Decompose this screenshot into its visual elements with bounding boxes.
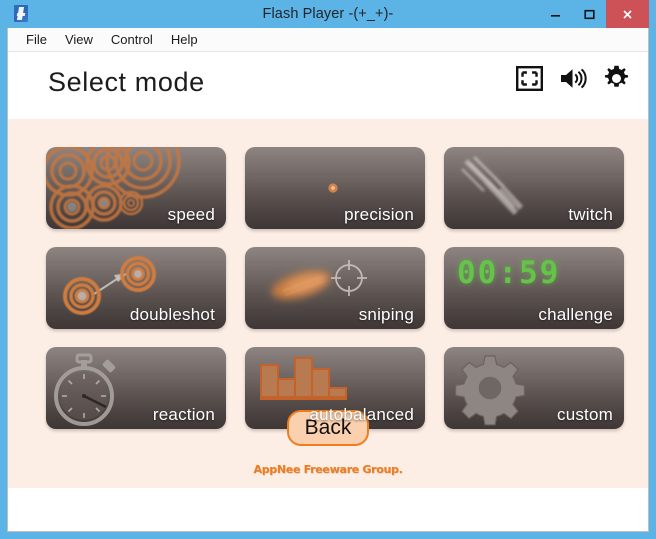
title-bar: Flash Player -(+_+)- (7, 0, 649, 28)
settings-gear-icon[interactable] (603, 65, 630, 97)
mode-label: doubleshot (129, 305, 215, 324)
client-area: File View Control Help Select mode speed… (7, 28, 649, 532)
mode-label: custom (557, 405, 613, 424)
stage-header-icons (516, 65, 630, 97)
mode-tile-sniping[interactable]: sniping (245, 247, 425, 329)
mode-label: reaction (152, 405, 215, 424)
menu-item-help[interactable]: Help (162, 30, 207, 50)
fullscreen-icon[interactable] (516, 66, 544, 96)
menu-item-view[interactable]: View (56, 30, 102, 50)
application-window: Flash Player -(+_+)- File View Control H… (0, 0, 656, 539)
menu-bar: File View Control Help (8, 28, 648, 52)
mode-label: sniping (358, 305, 414, 324)
mode-tile-speed[interactable]: speed (46, 147, 226, 229)
mode-tile-doubleshot[interactable]: doubleshot (46, 247, 226, 329)
flash-player-icon (11, 4, 31, 24)
mode-tile-challenge[interactable]: 00:59 challenge (444, 247, 624, 329)
flash-stage: Select mode speed precision twitch doubl… (8, 53, 648, 488)
volume-icon[interactable] (559, 66, 587, 96)
menu-item-file[interactable]: File (17, 30, 56, 50)
stage-header: Select mode (8, 53, 648, 119)
mode-tile-precision[interactable]: precision (245, 147, 425, 229)
mode-label: twitch (568, 205, 613, 224)
mode-tile-twitch[interactable]: twitch (444, 147, 624, 229)
close-button[interactable] (606, 0, 649, 28)
mode-grid: speed precision twitch doubleshot snipin… (46, 147, 624, 429)
mode-label: autobalanced (309, 405, 414, 424)
window-controls (538, 0, 649, 28)
mode-label: challenge (538, 305, 613, 324)
mode-panel: speed precision twitch doubleshot snipin… (8, 119, 648, 488)
watermark-text: AppNee Freeware Group. (253, 463, 403, 476)
page-title: Select mode (48, 67, 205, 97)
timer-display: 00:59 (457, 255, 561, 291)
minimize-button[interactable] (538, 0, 572, 28)
mode-label: speed (167, 205, 215, 224)
menu-item-control[interactable]: Control (102, 30, 162, 50)
mode-label: precision (344, 205, 414, 224)
maximize-button[interactable] (572, 0, 606, 28)
